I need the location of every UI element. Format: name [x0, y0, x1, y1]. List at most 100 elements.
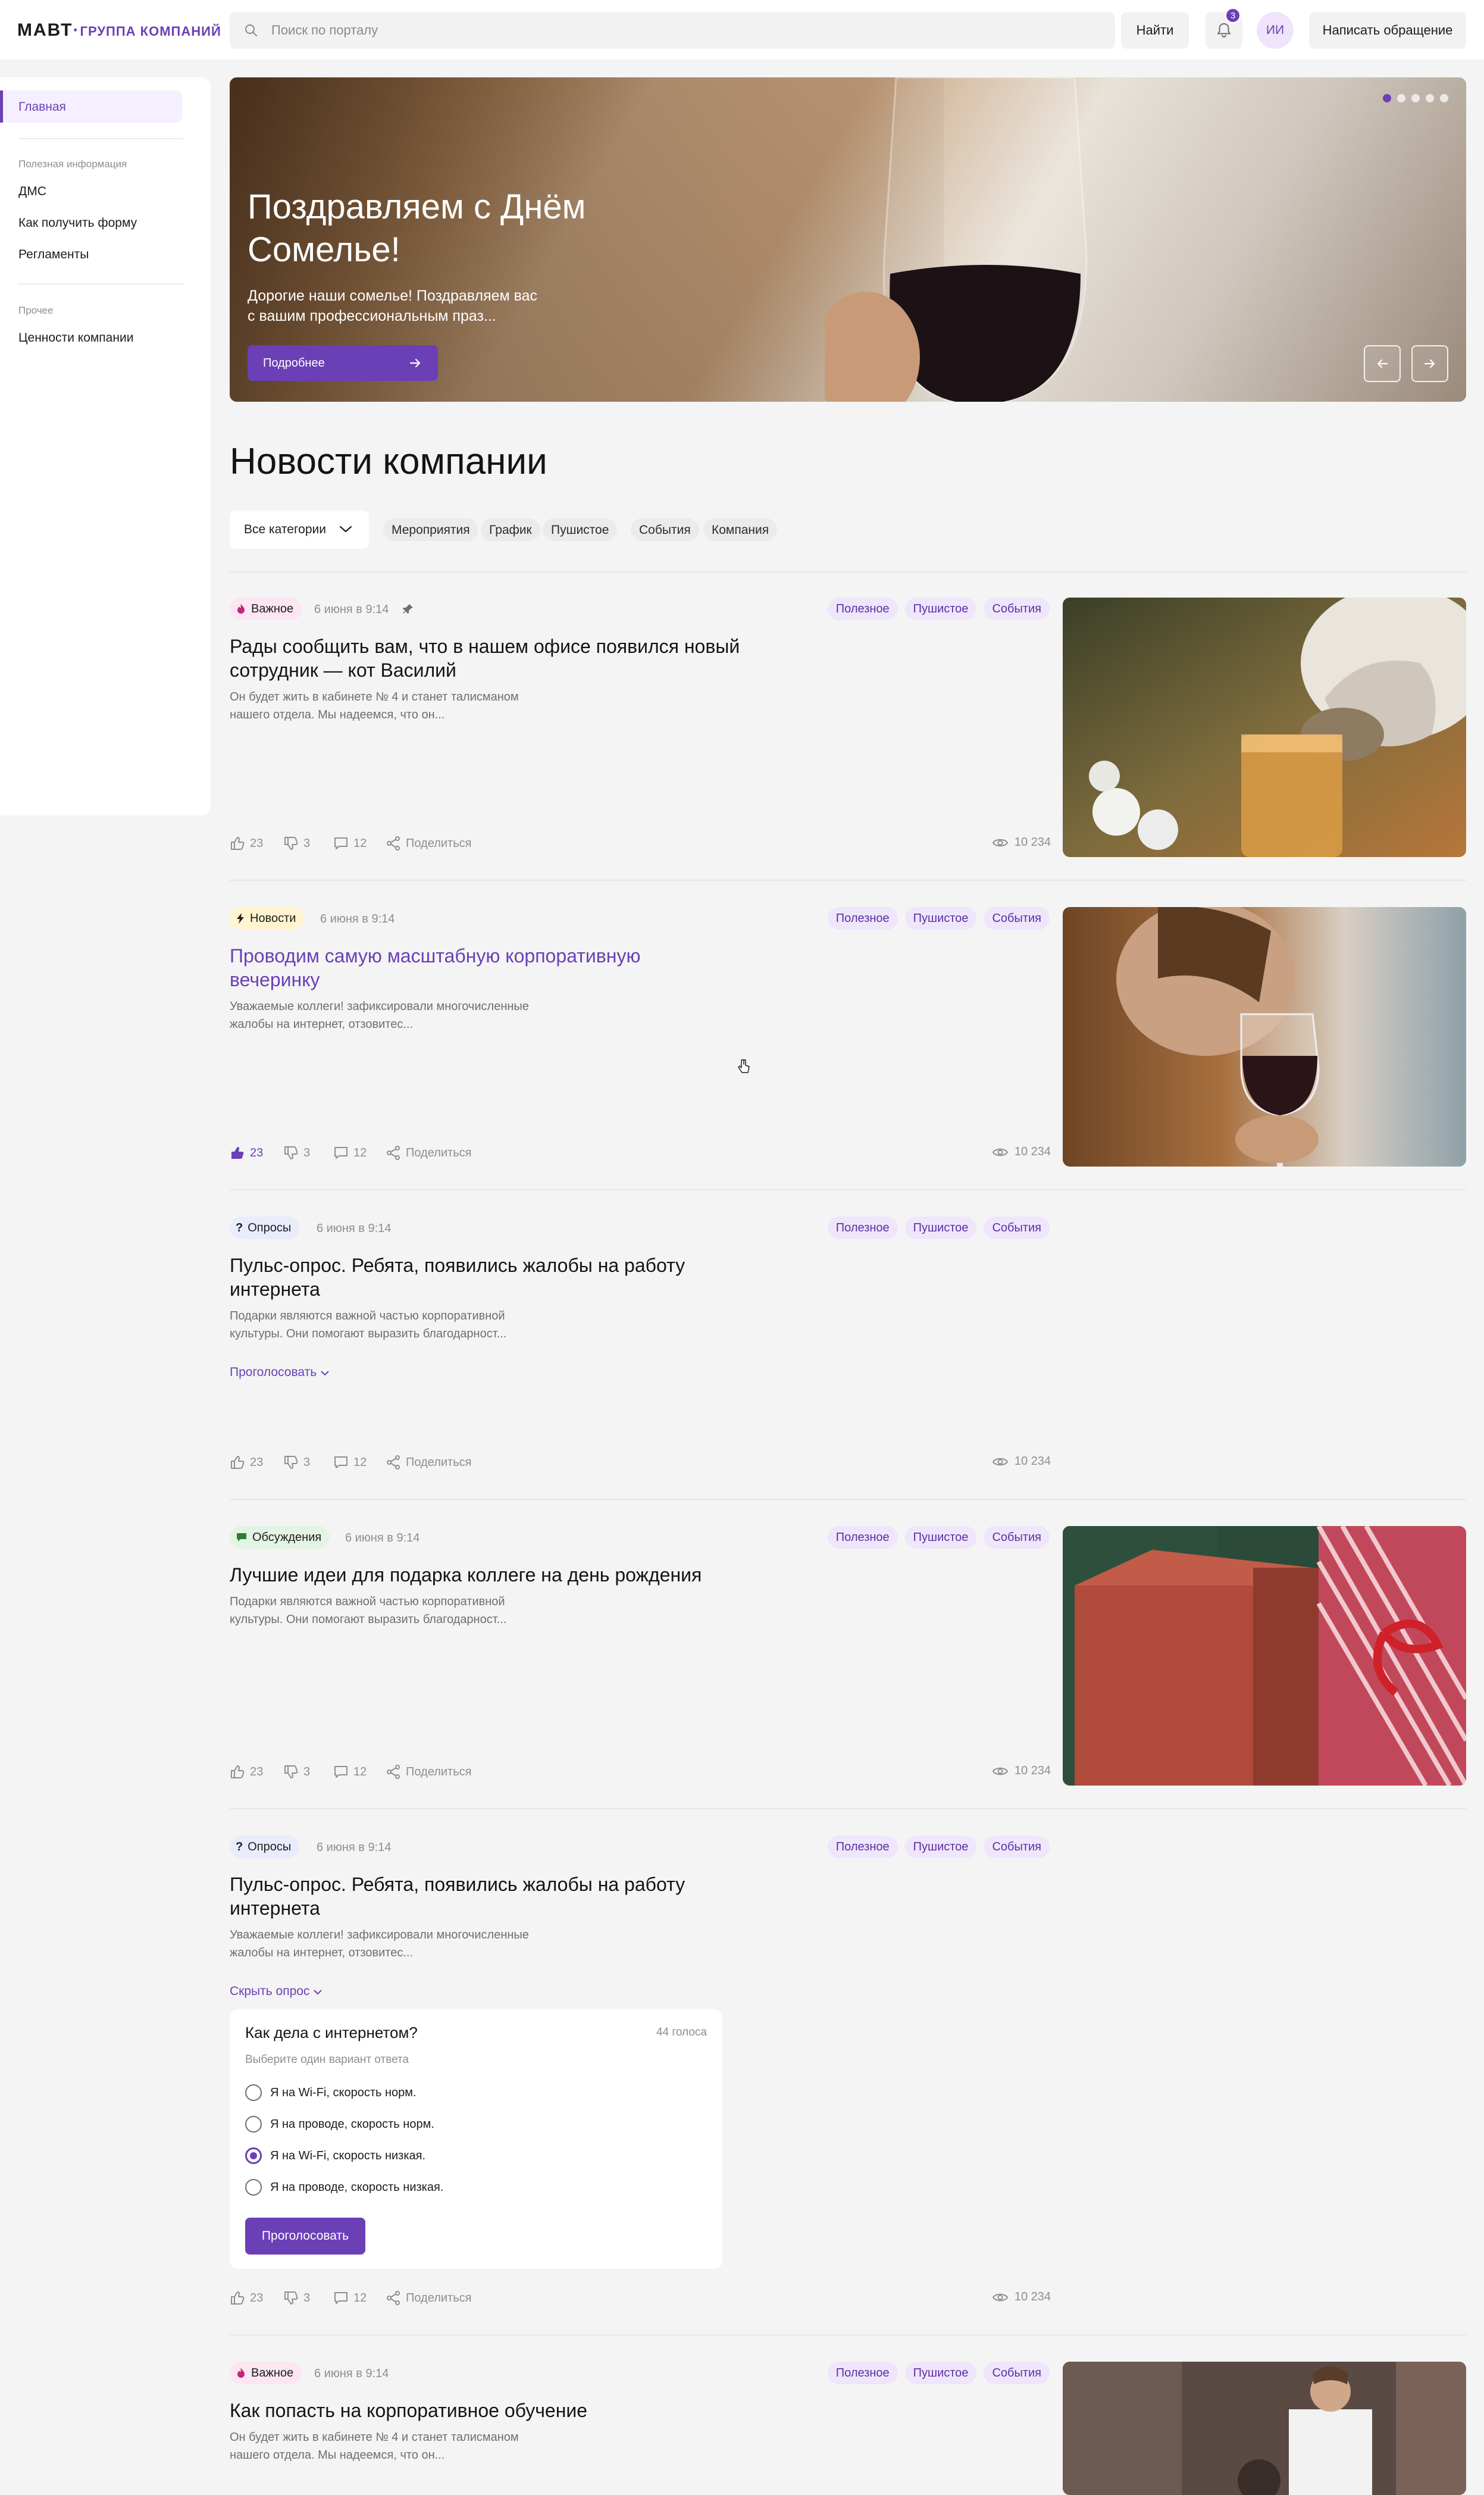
tag-label: Важное [251, 2366, 294, 2380]
banner-dot[interactable] [1411, 94, 1420, 102]
category-chip[interactable]: События [984, 1526, 1050, 1549]
category-chip[interactable]: События [984, 907, 1050, 930]
comments-button[interactable]: 12 [333, 1145, 367, 1161]
banner-prev-button[interactable] [1364, 345, 1401, 382]
notifications-button[interactable]: 3 [1206, 7, 1242, 49]
sidebar-item-regulations[interactable]: Регламенты [18, 248, 89, 262]
like-button[interactable]: 23 [230, 836, 263, 851]
category-chip[interactable]: События [984, 598, 1050, 620]
category-chip[interactable]: Полезное [827, 1526, 898, 1549]
banner-dot[interactable] [1440, 94, 1448, 102]
filter-chip-schedule[interactable]: График [481, 518, 540, 541]
post-image-wine[interactable] [1063, 907, 1466, 1167]
category-chip[interactable]: Полезное [827, 1836, 898, 1858]
dislike-button[interactable]: 3 [283, 1455, 310, 1470]
post-image-gifts[interactable] [1063, 1526, 1466, 1786]
category-chip[interactable]: События [984, 1217, 1050, 1239]
like-button[interactable]: 23 [230, 2290, 263, 2306]
user-avatar[interactable]: ИИ [1257, 12, 1294, 49]
tag-news[interactable]: Новости [230, 907, 305, 930]
comments-button[interactable]: 12 [333, 836, 367, 851]
tag-important[interactable]: Важное [230, 598, 302, 620]
sidebar-item-home[interactable]: Главная [0, 90, 182, 123]
poll-option[interactable]: Я на проводе, скорость норм. [245, 2116, 434, 2133]
category-chip[interactable]: Пушистое [904, 1836, 977, 1858]
banner-more-button[interactable]: Подробнее [248, 345, 438, 381]
category-chip[interactable]: Полезное [827, 907, 898, 930]
comments-count: 12 [353, 2291, 367, 2305]
dislike-button[interactable]: 3 [283, 836, 310, 851]
arrow-right-icon [1424, 359, 1435, 368]
like-button[interactable]: 23 [230, 1455, 263, 1470]
post-image-cat[interactable] [1063, 598, 1466, 857]
category-chip[interactable]: Пушистое [904, 598, 977, 620]
post-title[interactable]: Лучшие идеи для подарка коллеге на день … [230, 1563, 753, 1587]
dislike-button[interactable]: 3 [283, 2290, 310, 2306]
sidebar-item-company-values[interactable]: Ценности компании [18, 331, 133, 345]
poll-option[interactable]: Я на Wi-Fi, скорость низкая. [245, 2147, 425, 2164]
post-title[interactable]: Пульс-опрос. Ребята, появились жалобы на… [230, 1253, 694, 1301]
category-chip[interactable]: Пушистое [904, 1526, 977, 1549]
category-chip[interactable]: События [984, 1836, 1050, 1858]
comments-button[interactable]: 12 [333, 1764, 367, 1780]
radio-button[interactable] [245, 2084, 262, 2101]
divider [230, 880, 1466, 881]
likes-count: 23 [250, 2291, 264, 2305]
banner-dot[interactable] [1383, 94, 1391, 102]
comments-button[interactable]: 12 [333, 1455, 367, 1470]
like-button[interactable]: 23 [230, 1764, 263, 1780]
category-chip[interactable]: События [984, 2362, 1050, 2384]
comments-button[interactable]: 12 [333, 2290, 367, 2306]
category-chip[interactable]: Полезное [827, 1217, 898, 1239]
category-chip[interactable]: Пушистое [904, 2362, 977, 2384]
category-chip[interactable]: Пушистое [904, 907, 977, 930]
post-image-training[interactable] [1063, 2362, 1466, 2495]
share-button[interactable]: Поделиться [386, 836, 471, 851]
submit-vote-button[interactable]: Проголосовать [245, 2218, 365, 2255]
poll-option[interactable]: Я на проводе, скорость низкая. [245, 2179, 443, 2196]
hide-poll-link[interactable]: Скрыть опрос [230, 1984, 323, 1999]
tag-polls[interactable]: ? Опросы [230, 1836, 300, 1858]
tag-discussions[interactable]: Обсуждения [230, 1526, 330, 1549]
share-button[interactable]: Поделиться [386, 2290, 471, 2306]
search-input[interactable] [271, 12, 1104, 49]
category-chip[interactable]: Пушистое [904, 1217, 977, 1239]
share-button[interactable]: Поделиться [386, 1764, 471, 1780]
sidebar-item-dms[interactable]: ДМС [18, 185, 46, 199]
sidebar-item-get-form[interactable]: Как получить форму [18, 216, 137, 230]
company-logo[interactable]: МАВТ·ГРУППА КОМПАНИЙ [17, 20, 221, 40]
banner-next-button[interactable] [1411, 345, 1448, 382]
post-title[interactable]: Проводим самую масштабную корпоративную … [230, 944, 658, 992]
dislike-button[interactable]: 3 [283, 1145, 310, 1161]
like-button[interactable]: 23 [230, 1145, 263, 1161]
share-button[interactable]: Поделиться [386, 1455, 471, 1470]
category-chip[interactable]: Полезное [827, 2362, 898, 2384]
post-title[interactable]: Как попасть на корпоративное обучение [230, 2399, 741, 2422]
banner-dot[interactable] [1397, 94, 1405, 102]
radio-button[interactable] [245, 2179, 262, 2196]
filter-chip-fluffy[interactable]: Пушистое [543, 518, 618, 541]
share-button[interactable]: Поделиться [386, 1145, 471, 1161]
post-title[interactable]: Пульс-опрос. Ребята, появились жалобы на… [230, 1872, 694, 1920]
banner-dot[interactable] [1426, 94, 1434, 102]
post-excerpt: Уважаемые коллеги! зафиксировали многочи… [230, 1928, 529, 1959]
hero-banner[interactable]: Поздравляем с Днём Сомелье! Дорогие наши… [230, 77, 1466, 402]
post-date: 6 июня в 9:14 [314, 2367, 389, 2380]
vote-toggle-link[interactable]: Проголосовать [230, 1365, 330, 1380]
tag-polls[interactable]: ? Опросы [230, 1217, 300, 1239]
write-appeal-button[interactable]: Написать обращение [1309, 12, 1466, 49]
dislike-button[interactable]: 3 [283, 1764, 310, 1780]
post-title[interactable]: Рады сообщить вам, что в нашем офисе поя… [230, 634, 741, 682]
tag-important[interactable]: Важное [230, 2362, 302, 2384]
all-categories-dropdown[interactable]: Все категории [230, 511, 369, 549]
category-chip[interactable]: Полезное [827, 598, 898, 620]
filter-chip-happenings[interactable]: События [631, 518, 699, 541]
find-button[interactable]: Найти [1121, 12, 1189, 49]
views-count: 10 234 [992, 1764, 1051, 1778]
filter-chip-company[interactable]: Компания [703, 518, 778, 541]
radio-button[interactable] [245, 2116, 262, 2133]
search-icon [245, 24, 257, 36]
poll-option[interactable]: Я на Wi-Fi, скорость норм. [245, 2084, 417, 2101]
radio-button-selected[interactable] [245, 2147, 262, 2164]
filter-chip-events[interactable]: Мероприятия [383, 518, 478, 541]
